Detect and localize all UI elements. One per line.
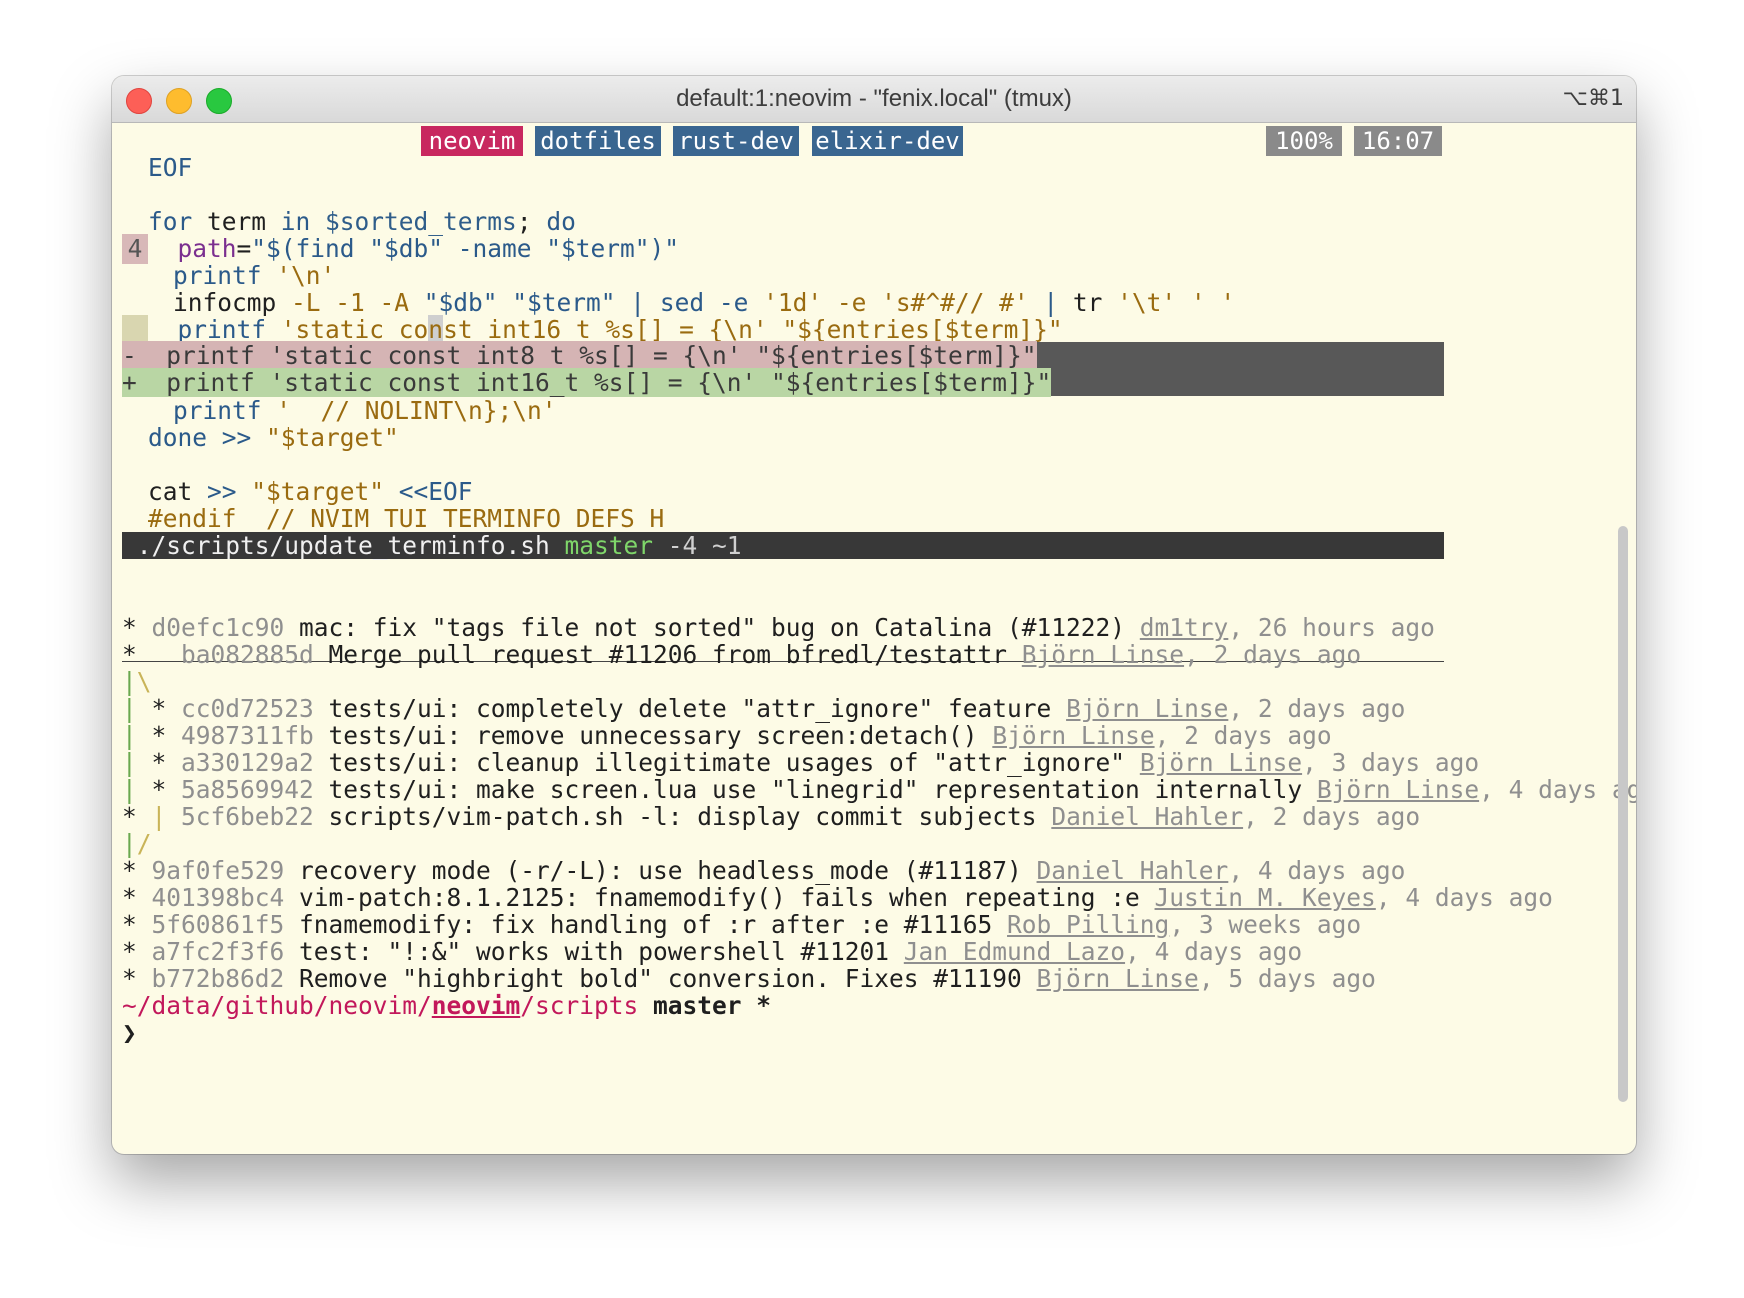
code-line: #endif // NVIM_TUI_TERMINFO_DEFS_H xyxy=(148,504,665,533)
git-graph-merge: |/ xyxy=(122,829,152,858)
git-log-row: * ba082885d Merge pull request #11206 fr… xyxy=(122,640,1362,669)
code-line: infocmp -L -1 -A "$db" "$term" | sed -e … xyxy=(173,288,1236,317)
tmux-tab-dotfiles[interactable]: dotfiles xyxy=(535,126,661,156)
tmux-tab-rust-dev[interactable]: rust-dev xyxy=(673,126,799,156)
git-log-row: * 5f60861f5 fnamemodify: fix handling of… xyxy=(122,910,1362,939)
diff-deleted-line: - printf 'static const int8_t %s[] = {\n… xyxy=(122,341,1444,370)
code-line: done >> "$target" xyxy=(148,423,399,452)
git-log-row: * 9af0fe529 recovery mode (-r/-L): use h… xyxy=(122,856,1406,885)
git-log-row: * a7fc2f3f6 test: "!:&" works with power… xyxy=(122,937,1303,966)
statusline-diff: -4 ~1 xyxy=(653,531,742,560)
line-number: 4 xyxy=(122,234,148,264)
git-log-row: * d0efc1c90 mac: fix "tags file not sort… xyxy=(122,613,1435,642)
code-line: printf ' // NOLINT\n};\n' xyxy=(173,396,557,425)
window-title: default:1:neovim - "fenix.local" (tmux) xyxy=(676,85,1072,112)
git-log-row: | * 5a8569942 tests/ui: make screen.lua … xyxy=(122,775,1636,804)
git-log-row: | * a330129a2 tests/ui: cleanup illegiti… xyxy=(122,748,1480,777)
statusline-file: ./scripts/update_terminfo.sh xyxy=(122,531,565,560)
diff-added-line: + printf 'static const int16_t %s[] = {\… xyxy=(122,368,1444,397)
code-line: EOF xyxy=(148,153,193,182)
text-cursor: n xyxy=(428,315,444,344)
git-log-row: | * 4987311fb tests/ui: remove unnecessa… xyxy=(122,721,1332,750)
tmux-tab-elixir-dev[interactable]: elixir-dev xyxy=(812,126,963,156)
shell-prompt-input[interactable]: ❯ xyxy=(122,1018,137,1048)
code-line: cat >> "$target" <<EOF xyxy=(148,477,473,506)
tmux-battery: 100% xyxy=(1266,126,1342,156)
title-bar[interactable]: default:1:neovim - "fenix.local" (tmux) … xyxy=(112,76,1636,123)
terminal-window: default:1:neovim - "fenix.local" (tmux) … xyxy=(112,76,1636,1154)
window-shortcut: ⌥⌘1 xyxy=(1562,86,1624,111)
git-graph-branch: |\ xyxy=(122,667,152,696)
statusline-branch: master xyxy=(564,531,654,560)
tmux-tab-neovim[interactable]: neovim xyxy=(421,126,523,156)
git-log-row: * b772b86d2 Remove "highbright bold" con… xyxy=(122,964,1376,993)
code-line: 4 path="$(find "$db" -name "$term")" xyxy=(122,234,679,264)
vim-statusline: ./scripts/update_terminfo.sh master -4 ~… xyxy=(122,532,1444,559)
git-log-row: | * cc0d72523 tests/ui: completely delet… xyxy=(122,694,1406,723)
code-line: printf '\n' xyxy=(173,261,336,290)
shell-prompt-path: ~/data/github/neovim/neovim/scripts mast… xyxy=(122,991,772,1020)
git-log-row: * | 5cf6beb22 scripts/vim-patch.sh -l: d… xyxy=(122,802,1421,831)
scrollbar[interactable] xyxy=(1618,526,1628,1102)
tmux-clock: 16:07 xyxy=(1354,126,1442,156)
code-line: for term in $sorted_terms; do xyxy=(148,207,576,236)
git-log-row: * 401398bc4 vim-patch:8.1.2125: fnamemod… xyxy=(122,883,1553,912)
prompt-symbol: ❯ xyxy=(122,1018,137,1047)
terminal-content[interactable]: neovim dotfiles rust-dev elixir-dev 100%… xyxy=(122,122,1636,1154)
